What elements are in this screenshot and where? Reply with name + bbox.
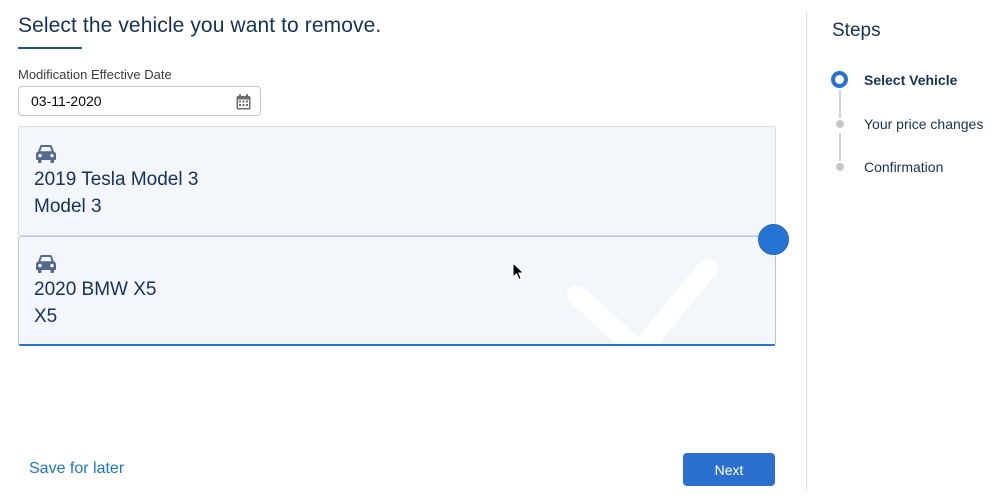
vehicle-model: Model 3 (34, 196, 102, 217)
save-for-later-link[interactable]: Save for later (29, 460, 124, 478)
step-connector (839, 90, 841, 118)
step-connector (839, 133, 841, 161)
step-price-changes: Your price changes (864, 116, 984, 132)
page-title: Select the vehicle you want to remove. (18, 14, 382, 37)
selected-indicator (758, 224, 789, 255)
mouse-cursor-icon (512, 262, 525, 281)
panel-divider (806, 12, 807, 490)
effective-date-label: Modification Effective Date (18, 67, 172, 82)
vehicle-card-bmw[interactable]: 2020 BMW X5 X5 (18, 236, 776, 346)
step-marker (836, 163, 844, 171)
step-confirmation: Confirmation (864, 159, 944, 175)
step-marker (836, 120, 844, 128)
calendar-icon[interactable] (236, 94, 251, 110)
step-select-vehicle: Select Vehicle (864, 72, 958, 88)
steps-title: Steps (832, 20, 881, 41)
vehicle-card-tesla[interactable]: 2019 Tesla Model 3 Model 3 (18, 126, 776, 236)
vehicle-title: 2019 Tesla Model 3 (34, 169, 199, 190)
title-underline (18, 47, 82, 49)
checkmark-icon (567, 259, 717, 344)
vehicle-model: X5 (34, 306, 58, 327)
step-marker-active (831, 71, 848, 88)
next-button[interactable]: Next (683, 453, 775, 486)
car-icon (36, 145, 56, 163)
vehicle-title: 2020 BMW X5 (34, 279, 157, 300)
effective-date-input[interactable] (18, 86, 261, 116)
car-icon (36, 255, 56, 273)
